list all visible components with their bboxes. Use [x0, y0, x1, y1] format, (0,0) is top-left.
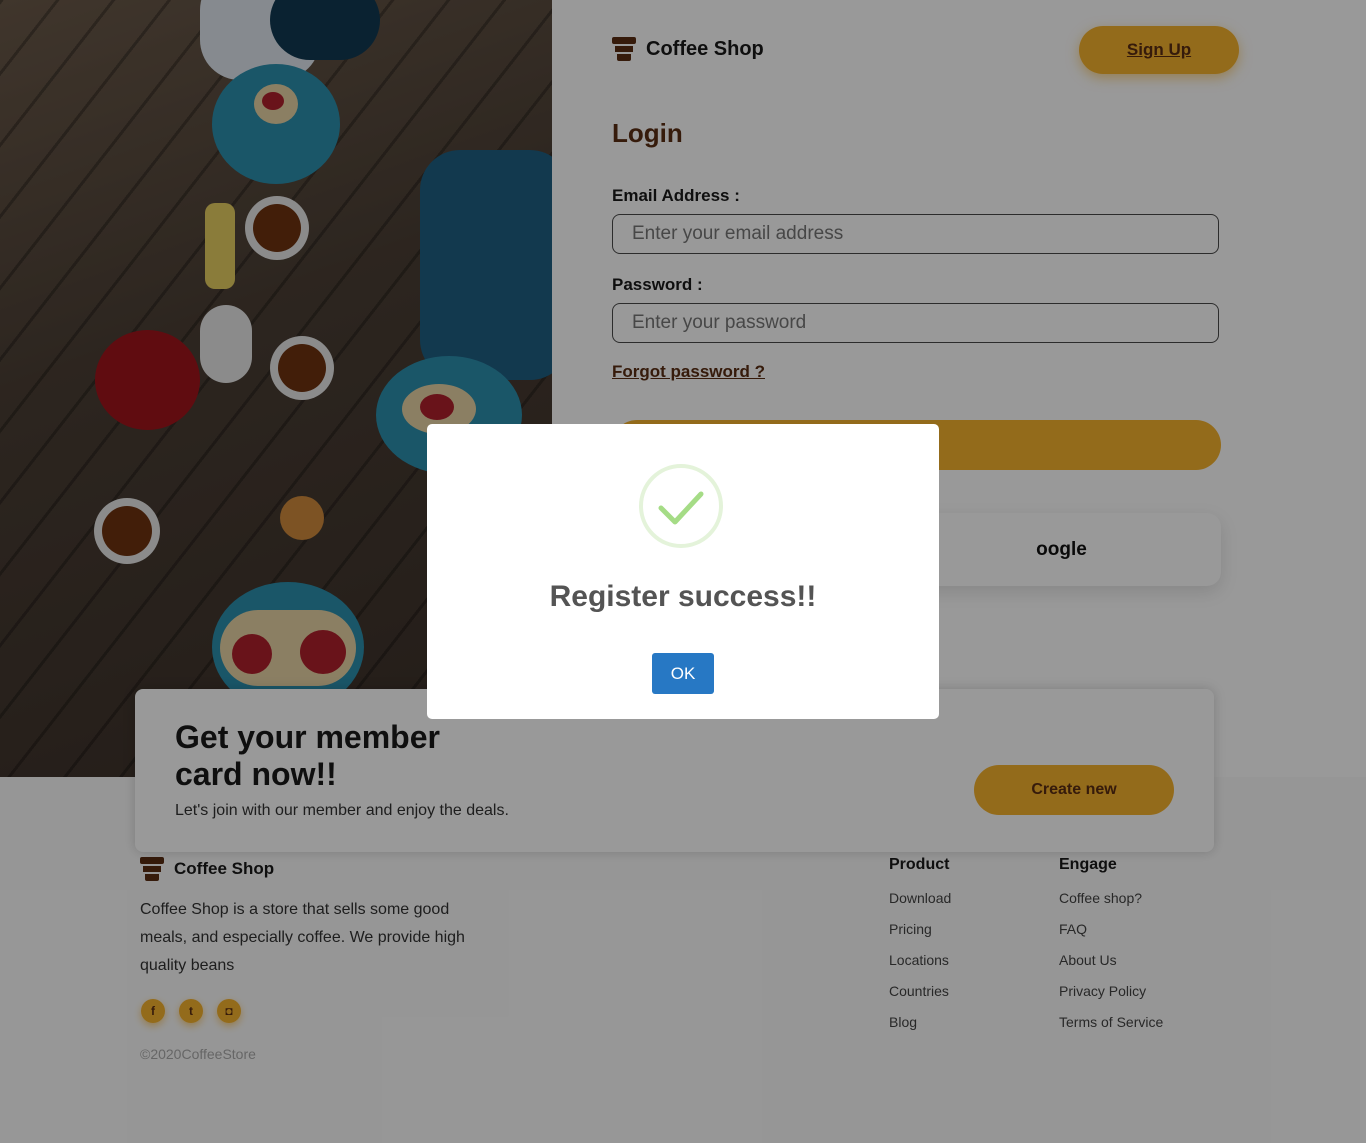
- checkmark-icon: [639, 464, 723, 548]
- ok-button[interactable]: OK: [652, 653, 714, 694]
- dialog-title: Register success!!: [549, 580, 817, 613]
- success-dialog: Register success!! OK: [427, 424, 939, 719]
